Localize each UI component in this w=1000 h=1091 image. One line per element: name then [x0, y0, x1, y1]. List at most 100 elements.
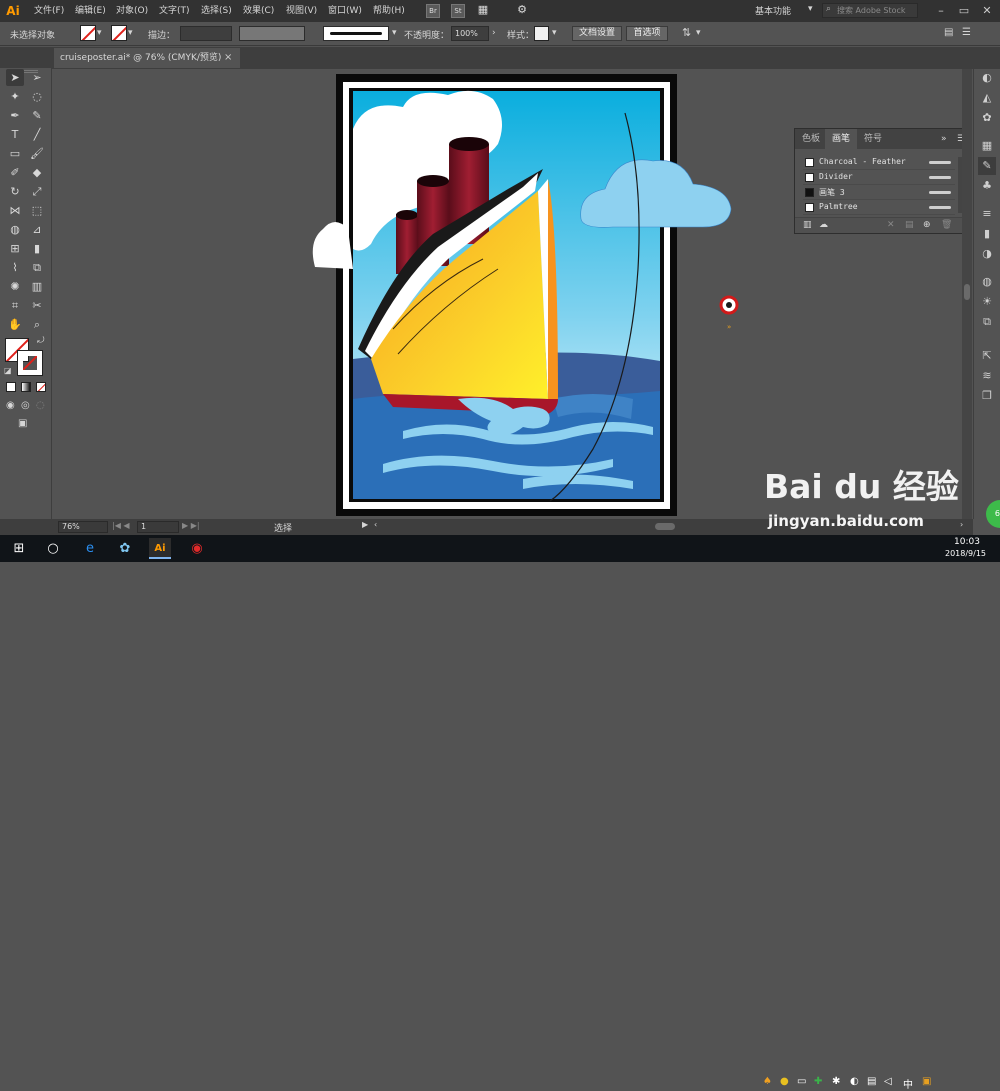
- options-icon[interactable]: ▤: [905, 220, 914, 230]
- gradient-icon[interactable]: ▮: [978, 225, 996, 243]
- selection-tool-icon[interactable]: ➤: [6, 69, 24, 86]
- blend-tool-icon[interactable]: ⧉: [28, 259, 46, 276]
- artboards-icon[interactable]: ❐: [978, 387, 996, 405]
- chevron-down-icon[interactable]: ▾: [696, 28, 701, 38]
- color-guide-icon[interactable]: ◭: [978, 89, 996, 107]
- type-tool-icon[interactable]: T: [6, 126, 24, 143]
- brush-row[interactable]: Charcoal - Feather: [803, 156, 955, 170]
- vertical-scrollbar-thumb[interactable]: [964, 284, 970, 300]
- clock-date[interactable]: 2018/9/15: [945, 549, 986, 558]
- gradient-mode-icon[interactable]: [21, 382, 31, 392]
- chevron-down-icon[interactable]: ▾: [128, 28, 133, 38]
- artboard-tool-icon[interactable]: ⌗: [6, 297, 24, 314]
- zoom-tool-icon[interactable]: ⌕: [28, 316, 46, 333]
- chevron-down-icon[interactable]: ▾: [552, 28, 557, 38]
- image-trace-icon[interactable]: ☀: [978, 293, 996, 311]
- tray-icon-3[interactable]: ▭: [797, 1076, 806, 1087]
- illustrator-taskbar-icon[interactable]: Ai: [149, 538, 171, 559]
- draw-inside-icon[interactable]: ◌: [36, 400, 45, 411]
- menu-edit[interactable]: 编辑(E): [75, 4, 106, 18]
- tray-icon-2[interactable]: ●: [780, 1076, 789, 1087]
- document-setup-button[interactable]: 文档设置: [572, 26, 622, 41]
- appearance-icon[interactable]: ✿: [978, 109, 996, 127]
- windows-start-icon[interactable]: ⊞: [8, 538, 30, 559]
- close-tab-icon[interactable]: ×: [224, 48, 236, 68]
- menu-window[interactable]: 窗口(W): [328, 4, 362, 18]
- brush-row[interactable]: 画笔 3: [803, 186, 955, 200]
- artboard-number-field[interactable]: 1: [137, 521, 179, 533]
- layers-icon[interactable]: ≋: [978, 367, 996, 385]
- line-segment-tool-icon[interactable]: ╱: [28, 126, 46, 143]
- shaper-tool-icon[interactable]: ✐: [6, 164, 24, 181]
- free-transform-tool-icon[interactable]: ⬚: [28, 202, 46, 219]
- first-artboard-icon[interactable]: |◀ ◀: [112, 521, 130, 530]
- column-graph-tool-icon[interactable]: ▥: [28, 278, 46, 295]
- delete-brush-icon[interactable]: 🗑: [941, 220, 952, 230]
- chevron-down-icon[interactable]: ▾: [97, 28, 102, 38]
- horizontal-scrollbar-thumb[interactable]: [655, 523, 675, 530]
- swatches-icon[interactable]: ▦: [978, 137, 996, 155]
- scroll-left-icon[interactable]: ‹: [374, 520, 377, 529]
- stroke-label[interactable]: 描边：: [148, 28, 175, 41]
- bluetooth-icon[interactable]: ✱: [832, 1076, 840, 1087]
- document-tab[interactable]: cruiseposter.ai* @ 76% (CMYK/预览): [54, 48, 240, 68]
- stroke-icon[interactable]: ≡: [978, 205, 996, 223]
- vertical-scrollbar[interactable]: [962, 69, 972, 519]
- zoom-field[interactable]: 76%: [58, 521, 108, 533]
- tab-swatches[interactable]: 色板: [795, 129, 827, 149]
- collapse-panel-icon[interactable]: »: [941, 134, 947, 144]
- hand-tool-icon[interactable]: ✋: [6, 316, 24, 333]
- tray-icon-4[interactable]: ✚: [814, 1076, 822, 1087]
- stock-search-input[interactable]: 搜索 Adobe Stock: [822, 3, 918, 18]
- fill-swatch[interactable]: [80, 25, 96, 41]
- minimize-button[interactable]: –: [932, 2, 950, 20]
- new-brush-icon[interactable]: ⊕: [923, 220, 931, 230]
- pathfinder-icon[interactable]: ⧉: [978, 313, 996, 331]
- chevron-right-icon[interactable]: ›: [492, 28, 496, 38]
- lasso-tool-icon[interactable]: ◌: [28, 88, 46, 105]
- chevron-down-icon[interactable]: ▾: [808, 4, 813, 14]
- restore-button[interactable]: ▭: [955, 2, 973, 20]
- graphic-styles-icon[interactable]: ◍: [978, 273, 996, 291]
- eraser-tool-icon[interactable]: ◆: [28, 164, 46, 181]
- scroll-right-icon[interactable]: ›: [960, 520, 963, 529]
- menu-effect[interactable]: 效果(C): [243, 4, 274, 18]
- swap-fill-stroke-icon[interactable]: ⤾: [37, 336, 45, 346]
- rectangle-tool-icon[interactable]: ▭: [6, 145, 24, 162]
- stroke-swatch[interactable]: [111, 25, 127, 41]
- opacity-field[interactable]: 100%: [451, 26, 489, 41]
- menu-select[interactable]: 选择(S): [201, 4, 232, 18]
- paint-app-icon[interactable]: ✿: [114, 538, 136, 559]
- pen-tool-icon[interactable]: ✒: [6, 107, 24, 124]
- transparency-icon[interactable]: ◑: [978, 245, 996, 263]
- curvature-tool-icon[interactable]: ✎: [28, 107, 46, 124]
- gradient-tool-icon[interactable]: ▮: [28, 240, 46, 257]
- stock-icon[interactable]: St: [451, 4, 465, 18]
- slice-tool-icon[interactable]: ✂: [28, 297, 46, 314]
- next-artboard-icon[interactable]: ▶ ▶|: [182, 521, 200, 530]
- cortana-icon[interactable]: ○: [42, 538, 64, 559]
- edge-browser-icon[interactable]: e: [79, 538, 101, 559]
- properties-icon[interactable]: ◐: [978, 69, 996, 87]
- menu-help[interactable]: 帮助(H): [373, 4, 405, 18]
- libraries-panel-icon[interactable]: ☁: [819, 220, 828, 230]
- width-tool-icon[interactable]: ⋈: [6, 202, 24, 219]
- chevron-down-icon[interactable]: ▾: [392, 28, 397, 38]
- tab-brushes[interactable]: 画笔: [825, 129, 858, 149]
- preferences-button[interactable]: 首选项: [626, 26, 668, 41]
- gpu-performance-icon[interactable]: ⚙: [515, 4, 529, 18]
- ime-indicator[interactable]: 中: [903, 1076, 913, 1091]
- workspace-switcher[interactable]: 基本功能: [755, 4, 791, 17]
- magic-wand-tool-icon[interactable]: ✦: [6, 88, 24, 105]
- close-window-button[interactable]: ✕: [978, 2, 996, 20]
- bridge-icon[interactable]: Br: [426, 4, 440, 18]
- menu-type[interactable]: 文字(T): [159, 4, 190, 18]
- brush-row[interactable]: Palmtree: [803, 201, 955, 215]
- remove-brush-stroke-icon[interactable]: ✕: [887, 220, 895, 230]
- clock-time[interactable]: 10:03: [954, 537, 980, 547]
- paintbrush-tool-icon[interactable]: 🖌: [28, 145, 46, 162]
- none-mode-icon[interactable]: [36, 382, 46, 392]
- menu-file[interactable]: 文件(F): [34, 4, 64, 18]
- menu-view[interactable]: 视图(V): [286, 4, 317, 18]
- graphic-style-swatch[interactable]: [534, 26, 549, 41]
